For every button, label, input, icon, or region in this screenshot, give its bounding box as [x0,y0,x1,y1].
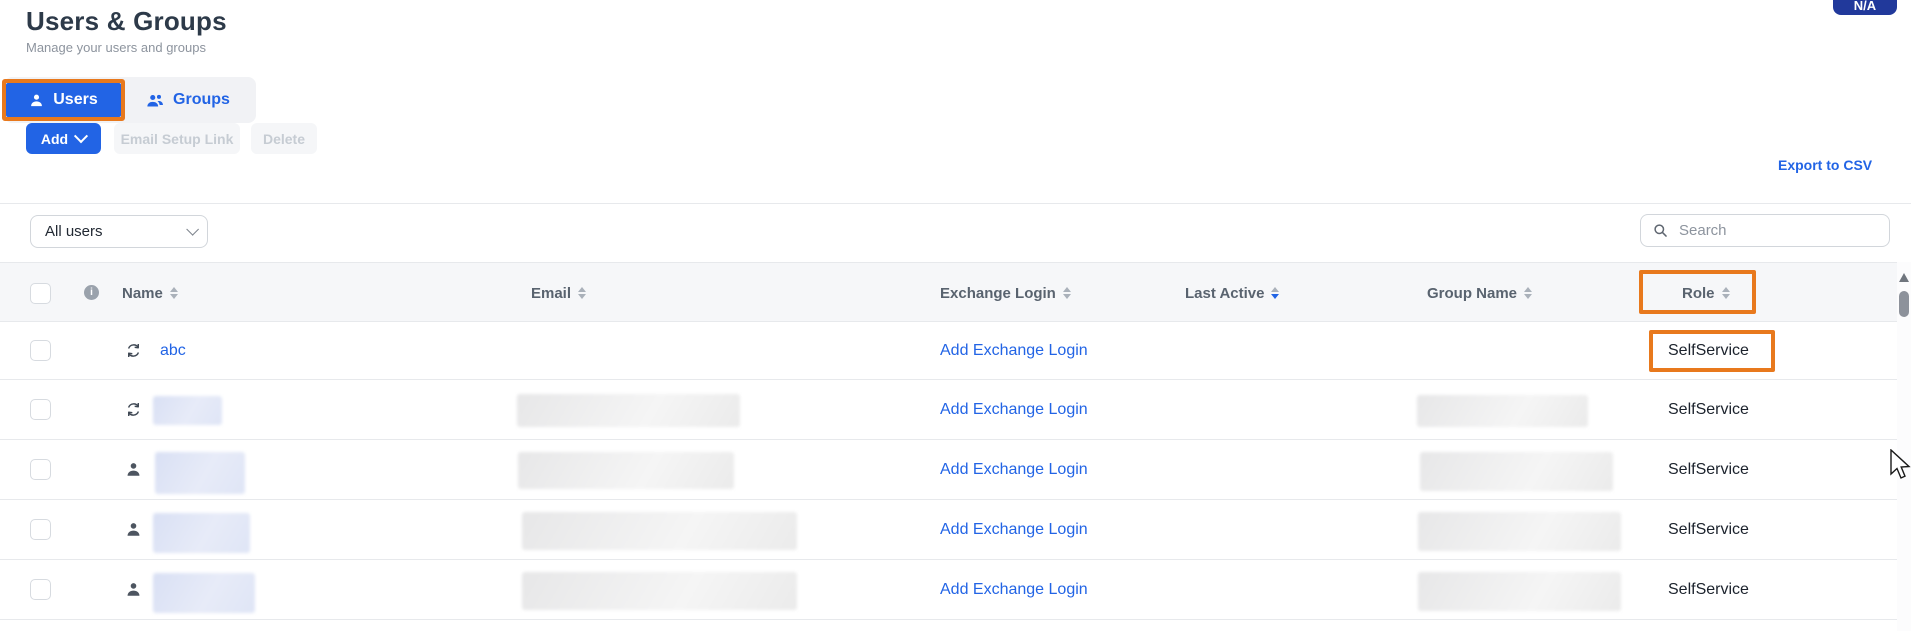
role-value: SelfService [1668,401,1749,419]
user-name-link[interactable]: abc [160,342,186,360]
sort-icon-descending [1271,287,1279,299]
table-header: Name Email Exchange Login Last Active Gr… [0,262,1897,322]
add-exchange-login-link[interactable]: Add Exchange Login [940,342,1088,360]
user-filter-select[interactable]: All users [30,215,208,248]
role-header-annotation-box [1639,270,1756,314]
select-all-checkbox[interactable] [30,283,51,304]
row-checkbox[interactable] [30,560,51,619]
column-label: Group Name [1427,285,1517,302]
row-checkbox[interactable] [30,322,51,379]
column-header-last-active[interactable]: Last Active [1185,263,1279,323]
email-setup-link-button[interactable]: Email Setup Link [114,123,240,154]
chevron-down-icon [74,129,88,143]
sort-icon [170,287,178,299]
page-title: Users & Groups [26,6,227,37]
users-tab-annotation-box: Users [2,79,125,121]
add-button[interactable]: Add [26,123,101,154]
users-group-icon [146,93,164,108]
person-icon [125,500,142,559]
redacted-group-name [1417,395,1588,427]
column-label: Exchange Login [940,285,1056,302]
table-row: Add Exchange Login SelfService [0,380,1897,440]
redacted-name [153,573,255,613]
info-icon: i [84,285,99,300]
search-input[interactable] [1677,221,1861,240]
redacted-group-name [1418,572,1621,611]
mouse-cursor [1890,449,1911,483]
role-value-annotation-box [1649,330,1775,372]
search-icon [1653,223,1668,238]
column-header-exchange-login[interactable]: Exchange Login [940,263,1071,323]
column-header-email[interactable]: Email [531,263,586,323]
tab-groups[interactable]: Groups [128,84,248,116]
table-row: Add Exchange Login SelfService [0,500,1897,560]
sync-icon [125,322,142,379]
person-icon [125,560,142,619]
sort-icon [1063,287,1071,299]
sort-icon [578,287,586,299]
column-label: Last Active [1185,285,1264,302]
redacted-email [522,512,797,550]
user-icon [29,93,44,108]
sort-icon [1524,287,1532,299]
role-value: SelfService [1668,581,1749,599]
redacted-group-name [1420,452,1613,491]
section-divider [0,203,1911,204]
scrollbar-thumb[interactable] [1899,291,1909,317]
redacted-name [155,452,245,494]
page-subtitle: Manage your users and groups [26,40,206,55]
row-checkbox[interactable] [30,500,51,559]
redacted-email [518,452,734,489]
chevron-down-icon [186,223,199,236]
tab-groups-label: Groups [173,91,230,109]
table-row: abc Add Exchange Login SelfService [0,322,1897,380]
search-box [1640,214,1890,247]
person-icon [125,440,142,499]
redacted-name [153,513,250,553]
scrollbar-track[interactable] [1897,262,1911,631]
role-value: SelfService [1668,521,1749,539]
user-filter-value: All users [45,223,103,240]
add-exchange-login-link[interactable]: Add Exchange Login [940,461,1088,479]
scrollbar-up-arrow[interactable] [1899,273,1909,282]
sync-icon [125,380,142,439]
table-row: Add Exchange Login SelfService [0,560,1897,620]
redacted-group-name [1418,512,1621,551]
na-badge: N/A [1833,0,1897,15]
add-exchange-login-link[interactable]: Add Exchange Login [940,401,1088,419]
tab-strip: Users Groups [4,77,256,123]
column-header-group-name[interactable]: Group Name [1427,263,1532,323]
redacted-email [522,572,797,610]
role-value: SelfService [1668,461,1749,479]
column-label: Name [122,285,163,302]
add-button-label: Add [41,131,68,147]
tab-users-label: Users [53,91,97,109]
add-exchange-login-link[interactable]: Add Exchange Login [940,581,1088,599]
column-header-name[interactable]: Name [122,263,178,323]
row-checkbox[interactable] [30,440,51,499]
column-label: Email [531,285,571,302]
add-exchange-login-link[interactable]: Add Exchange Login [940,521,1088,539]
users-groups-page: Users & Groups Manage your users and gro… [0,0,1911,631]
export-to-csv-link[interactable]: Export to CSV [1778,157,1872,173]
row-checkbox[interactable] [30,380,51,439]
redacted-email [517,394,740,427]
table-row: Add Exchange Login SelfService [0,440,1897,500]
delete-button[interactable]: Delete [251,123,317,154]
redacted-name [153,396,222,425]
tab-users[interactable]: Users [6,83,121,117]
